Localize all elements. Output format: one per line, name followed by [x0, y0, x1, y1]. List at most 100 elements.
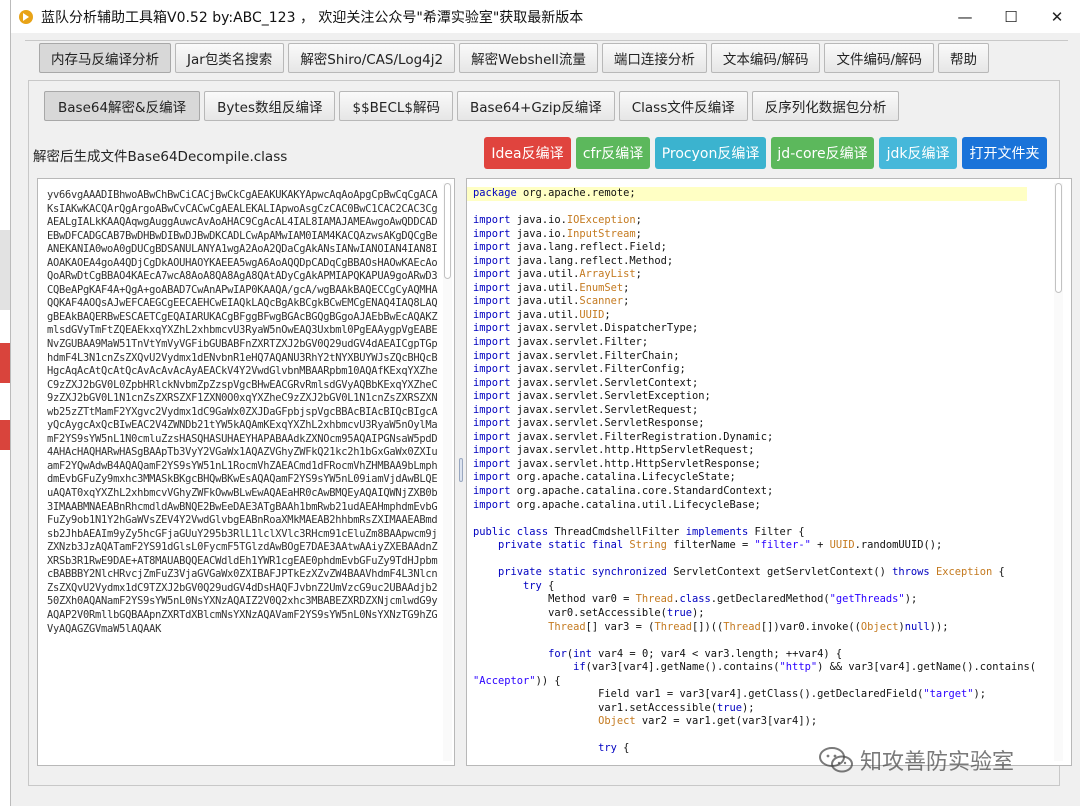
- code-token: javax.servlet.ServletContext;: [516, 376, 699, 389]
- code-line: import java.lang.reflect.Method;: [467, 255, 1027, 269]
- code-token: import: [473, 403, 517, 416]
- code-token: org.apache.remote;: [523, 187, 636, 199]
- tab-memshell-decompile[interactable]: 内存马反编译分析: [39, 43, 171, 73]
- code-token: ThreadCmdshellFilter: [554, 525, 686, 538]
- tab-help[interactable]: 帮助: [938, 43, 990, 73]
- java-source-code: package org.apache.remote; import java.i…: [467, 187, 1036, 756]
- wechat-icon: [819, 747, 853, 773]
- close-button[interactable]: ✕: [1034, 0, 1080, 33]
- code-token: Field var1 = var3[var4].getClass().getDe…: [473, 688, 924, 701]
- cfr-decompile-button[interactable]: cfr反编译: [576, 137, 650, 169]
- code-token: org.apache.catalina.core.StandardContext…: [516, 485, 774, 498]
- code-token: import: [473, 268, 517, 281]
- code-line: var1.setAccessible(true);: [467, 702, 1027, 716]
- minimize-button[interactable]: —: [942, 0, 988, 33]
- code-line: if(var3[var4].getName().contains("http")…: [467, 661, 1036, 675]
- code-line: Thread[] var3 = (Thread[])((Thread[])var…: [467, 621, 1027, 635]
- code-token: "Acceptor": [473, 674, 536, 687]
- base64-scrollbar[interactable]: [443, 183, 452, 761]
- code-line: import javax.servlet.ServletRequest;: [467, 404, 1027, 418]
- code-token: javax.servlet.ServletResponse;: [516, 417, 705, 430]
- code-token: import: [473, 444, 517, 457]
- open-folder-button[interactable]: 打开文件夹: [962, 137, 1047, 169]
- tab-decrypt-shiro-cas-log4j2[interactable]: 解密Shiro/CAS/Log4j2: [288, 43, 456, 73]
- subtab-class-file-decompile[interactable]: Class文件反编译: [618, 91, 748, 121]
- code-scrollbar[interactable]: [1054, 183, 1063, 761]
- subtab-base64-gzip-decompile[interactable]: Base64+Gzip反编译: [457, 91, 615, 121]
- subtab-becl-decode[interactable]: $$BECL$解码: [339, 91, 453, 121]
- code-token: );: [904, 593, 918, 606]
- divider-grip-icon[interactable]: [459, 458, 463, 482]
- tab-decrypt-webshell-traffic[interactable]: 解密Webshell流量: [459, 43, 598, 73]
- code-token: java.io.: [516, 227, 567, 240]
- code-line: import java.util.EnumSet;: [467, 282, 1027, 296]
- code-token: javax.servlet.ServletRequest;: [516, 403, 699, 416]
- code-token: ;: [623, 295, 630, 308]
- code-token: import: [473, 241, 517, 254]
- code-token: import: [473, 430, 517, 443]
- code-token: private static final: [498, 539, 630, 552]
- code-line: import java.util.ArrayList;: [467, 268, 1027, 282]
- code-line: import org.apache.catalina.util.Lifecycl…: [467, 499, 1027, 513]
- tab-port-connection-analysis[interactable]: 端口连接分析: [601, 43, 707, 73]
- code-token: javax.servlet.FilterChain;: [516, 349, 680, 362]
- base64-input-textarea[interactable]: yv66vgAAADIBhwoABwChBwCiCACjBwCkCgAEAKUK…: [37, 178, 455, 766]
- code-line: Method var0 = Thread.class.getDeclaredMe…: [467, 593, 1027, 607]
- code-token: import: [473, 485, 517, 498]
- code-line: import javax.servlet.ServletException;: [467, 390, 1027, 404]
- output-file-label: 解密后生成文件Base64Decompile.class: [33, 149, 288, 165]
- subtab-bytes-array-decompile[interactable]: Bytes数组反编译: [204, 91, 336, 121]
- tab-jar-class-search[interactable]: Jar包类名搜索: [175, 43, 285, 73]
- code-token: String: [629, 539, 674, 552]
- code-scrollbar-thumb[interactable]: [1055, 183, 1062, 293]
- subtab-deserialization-packet[interactable]: 反序列化数据包分析: [751, 91, 900, 121]
- code-token: import: [473, 322, 517, 335]
- code-token: javax.servlet.DispatcherType;: [516, 322, 699, 335]
- maximize-button[interactable]: ☐: [988, 0, 1034, 33]
- jd-core-decompile-button[interactable]: jd-core反编译: [771, 137, 874, 169]
- app-logo-icon: [17, 8, 35, 26]
- tab-text-encode-decode[interactable]: 文本编码/解码: [710, 43, 821, 73]
- code-token: try: [523, 579, 549, 592]
- code-token: org.apache.catalina.LifecycleState;: [516, 471, 736, 484]
- code-line: "Acceptor")) {: [467, 675, 1027, 689]
- decompiled-code-view[interactable]: package org.apache.remote; import java.i…: [466, 178, 1072, 766]
- code-token: [])((: [692, 620, 724, 633]
- procyon-decompile-button[interactable]: Procyon反编译: [655, 137, 766, 169]
- split-pane-divider[interactable]: [458, 178, 464, 766]
- code-token: import: [473, 363, 517, 376]
- code-token: javax.servlet.FilterRegistration.Dynamic…: [516, 430, 774, 443]
- code-token: "getThreads": [829, 593, 905, 606]
- code-token: private static synchronized: [498, 566, 674, 579]
- code-token: true: [666, 606, 692, 619]
- code-token: import: [473, 457, 517, 470]
- idea-decompile-button[interactable]: Idea反编译: [484, 137, 571, 169]
- code-token: (var3[var4].getName().contains(: [585, 661, 780, 674]
- base64-scrollbar-thumb[interactable]: [444, 183, 451, 279]
- code-token: UUID: [579, 308, 605, 321]
- jdk-decompile-button[interactable]: jdk反编译: [879, 137, 957, 169]
- code-token: Scanner: [579, 295, 624, 308]
- code-token: null: [904, 620, 930, 633]
- background-window-red-band-2: [0, 420, 10, 450]
- subtab-base64-decompile[interactable]: Base64解密&反编译: [44, 91, 201, 121]
- code-line: var0.setAccessible(true);: [467, 607, 1027, 621]
- code-token: implements: [685, 525, 755, 538]
- code-line: import javax.servlet.Filter;: [467, 336, 1027, 350]
- code-token: javax.servlet.Filter;: [516, 336, 649, 349]
- code-token: Object: [860, 620, 899, 633]
- code-line: package org.apache.remote;: [467, 187, 1027, 201]
- code-token: java.util.: [516, 308, 580, 321]
- code-token: javax.servlet.FilterConfig;: [516, 363, 686, 376]
- code-line: import java.io.IOException;: [467, 214, 1027, 228]
- tab-file-encode-decode[interactable]: 文件编码/解码: [824, 43, 935, 73]
- code-line: import javax.servlet.http.HttpServletReq…: [467, 444, 1027, 458]
